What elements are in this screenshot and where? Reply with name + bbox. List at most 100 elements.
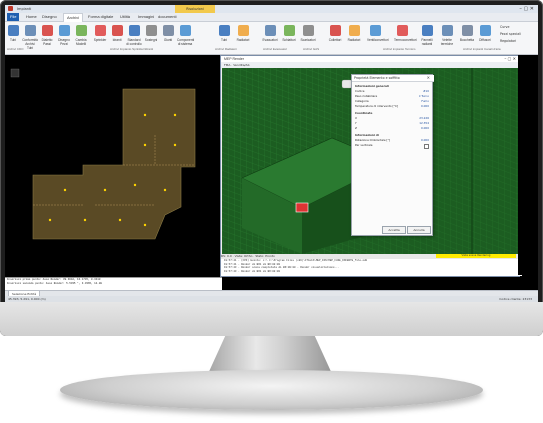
accept-button[interactable]: Accetta bbox=[382, 226, 406, 234]
termoconvettori-icon[interactable] bbox=[397, 25, 408, 36]
customer-code: Codice cliente: 23133 bbox=[499, 297, 532, 301]
property-key: Per verticale bbox=[355, 143, 373, 147]
monitor-chin bbox=[0, 302, 543, 336]
tab-disegno[interactable]: Disegno bbox=[39, 13, 60, 21]
diffusori-icon[interactable] bbox=[480, 25, 491, 36]
ribbon-button-label: Ventilconvettori bbox=[367, 38, 389, 42]
section-header: Coordinate bbox=[355, 111, 373, 115]
property-key: Rotazione Orizzontale [°] bbox=[355, 138, 391, 142]
cad-drawing-view[interactable] bbox=[5, 55, 220, 277]
property-value: 0.000 bbox=[420, 138, 429, 142]
disegno-pezzi-icon[interactable] bbox=[59, 25, 70, 36]
checkbox[interactable] bbox=[424, 143, 429, 149]
schiatturi-icon[interactable] bbox=[284, 25, 295, 36]
window-controls[interactable]: – ▢ ✕ bbox=[519, 6, 534, 12]
command-line[interactable]: Inserisci primo punto: Asse Render: 39.3… bbox=[5, 277, 222, 291]
tab-immagini[interactable]: Immagini bbox=[135, 13, 157, 21]
ribbon-button-label: Disegno Pezzi bbox=[58, 38, 70, 46]
property-row[interactable]: Peso ristabiliare il Turno bbox=[355, 94, 429, 98]
radiatori-icon[interactable] bbox=[238, 25, 249, 36]
section-header: Informazioni di bbox=[355, 133, 379, 137]
section-header: Informazioni generali bbox=[355, 84, 389, 88]
ribbon-tabs: File Home Disegno Archivi Forma digitale… bbox=[5, 13, 538, 22]
contextual-tab[interactable]: Risoluzioni bbox=[175, 5, 215, 13]
regolatori-button[interactable]: Regolatori bbox=[500, 39, 516, 43]
scaricatori-icon[interactable] bbox=[303, 25, 314, 36]
curve-button[interactable]: Curve bbox=[500, 25, 509, 29]
tubi-icon[interactable] bbox=[8, 25, 19, 36]
group-label: Archivi Impianto Sprinkler/Idranti bbox=[110, 47, 154, 51]
tubi-gas-icon[interactable] bbox=[219, 25, 230, 36]
tab-utilita[interactable]: Utilità bbox=[117, 13, 133, 21]
ribbon-button-label: Termoconvettori bbox=[394, 38, 417, 42]
ribbon-button-label: Componenti di sistema bbox=[177, 38, 195, 46]
velette-termiche-icon[interactable] bbox=[442, 25, 453, 36]
pezzi-speciali-button[interactable]: Pezzi speciali bbox=[500, 32, 521, 36]
ribbon-button-label: Cambia Modelli bbox=[75, 38, 87, 46]
property-value: #10 bbox=[423, 89, 429, 93]
standard-controllo-icon[interactable] bbox=[129, 25, 140, 36]
property-value: 0.000 bbox=[420, 126, 429, 130]
property-key: X bbox=[355, 116, 357, 120]
idranti-icon[interactable] bbox=[112, 25, 123, 36]
ribbon-button-label: Collettori bbox=[328, 38, 342, 42]
ribbon-button-label: Giunti bbox=[163, 38, 173, 42]
property-row[interactable]: Rotazione Orizzontale [°] 0.000 bbox=[355, 138, 429, 142]
sostegni-icon[interactable] bbox=[146, 25, 157, 36]
bocchetta-icon[interactable] bbox=[462, 25, 473, 36]
ribbon-button-label: Dialetto Passi bbox=[41, 38, 53, 46]
ventilconvettori-icon[interactable] bbox=[370, 25, 381, 36]
ribbon-button-label: Conformità Archivi Tubi bbox=[22, 38, 38, 50]
group-label: Archivi Radiatori bbox=[215, 47, 237, 51]
sprinkler-icon[interactable] bbox=[95, 25, 106, 36]
ribbon-button-label: Sprinkler bbox=[93, 38, 107, 42]
close-icon[interactable]: ✕ bbox=[427, 75, 430, 81]
floor-plan-drawing bbox=[10, 68, 196, 240]
tab-documenti[interactable]: documenti bbox=[155, 13, 179, 21]
group-label: Archivi CDO bbox=[7, 47, 24, 51]
pannelli-radianti-icon[interactable] bbox=[422, 25, 433, 36]
ribbon: Tubi Conformità Archivi Tubi Dialetto Pa… bbox=[5, 22, 538, 55]
tab-home[interactable]: Home bbox=[23, 13, 40, 21]
property-row[interactable]: Codice #10 bbox=[355, 89, 429, 93]
ribbon-button-label: Radiatori bbox=[347, 38, 361, 42]
tab-archivi[interactable]: Archivi bbox=[63, 13, 84, 22]
render-progress-bar: Vista scena Rendering bbox=[436, 254, 516, 258]
property-value: il Turno bbox=[418, 94, 429, 98]
ribbon-button-label: Standard di controllo bbox=[126, 38, 142, 46]
group-label: Archivi GAS bbox=[303, 47, 320, 51]
property-row[interactable]: Categoria Fumo bbox=[355, 99, 429, 103]
property-key: Categoria bbox=[355, 99, 369, 103]
property-value: 0.000 bbox=[420, 104, 429, 108]
status-bar: 45.393, 5.291, 0.000 (m) Codice cliente:… bbox=[5, 296, 538, 302]
property-key: Temperatura di intervento [°C] bbox=[355, 104, 398, 108]
dialetto-icon[interactable] bbox=[42, 25, 53, 36]
cancel-button[interactable]: Annulla bbox=[407, 226, 431, 234]
property-key: Y bbox=[355, 121, 357, 125]
componenti-icon[interactable] bbox=[180, 25, 191, 36]
property-row[interactable]: Y 12.354 bbox=[355, 121, 429, 125]
property-row[interactable]: Temperatura di intervento [°C] 0.000 bbox=[355, 104, 429, 108]
workspace: Inserisci primo punto: Asse Render: 39.3… bbox=[5, 55, 538, 291]
render-window: MEP Render – ▢ ✕ FMA · Vendita/Ab Propri… bbox=[220, 55, 522, 277]
radiatori-termico-icon[interactable] bbox=[349, 25, 360, 36]
property-row[interactable]: X 23.226 bbox=[355, 116, 429, 120]
conformita-icon[interactable] bbox=[25, 25, 36, 36]
tab-forma-digitale[interactable]: Forma digitale bbox=[85, 13, 116, 21]
render-log: 19:57:41 - (CPZ) Evento: c:\ C:\Program … bbox=[221, 259, 522, 276]
tab-file[interactable]: File bbox=[7, 13, 20, 21]
ribbon-button-label: Diffusori bbox=[479, 38, 491, 42]
cambia-modelli-icon[interactable] bbox=[76, 25, 87, 36]
screen: Impianti Risoluzioni – ▢ ✕ File Home Dis… bbox=[5, 5, 538, 302]
evacuatori-icon[interactable] bbox=[265, 25, 276, 36]
property-row[interactable]: Z 0.000 bbox=[355, 126, 429, 130]
ribbon-button-label: Pannelli radianti bbox=[421, 38, 433, 46]
property-key: Peso ristabiliare bbox=[355, 94, 378, 98]
property-row[interactable]: Per verticale bbox=[355, 143, 429, 149]
monitor-stand-base bbox=[60, 370, 483, 410]
collettori-icon[interactable] bbox=[330, 25, 341, 36]
property-value: Fumo bbox=[421, 99, 429, 103]
giunti-icon[interactable] bbox=[163, 25, 174, 36]
ribbon-button-label: Schiatturi bbox=[282, 38, 296, 42]
property-value: 12.354 bbox=[419, 121, 429, 125]
